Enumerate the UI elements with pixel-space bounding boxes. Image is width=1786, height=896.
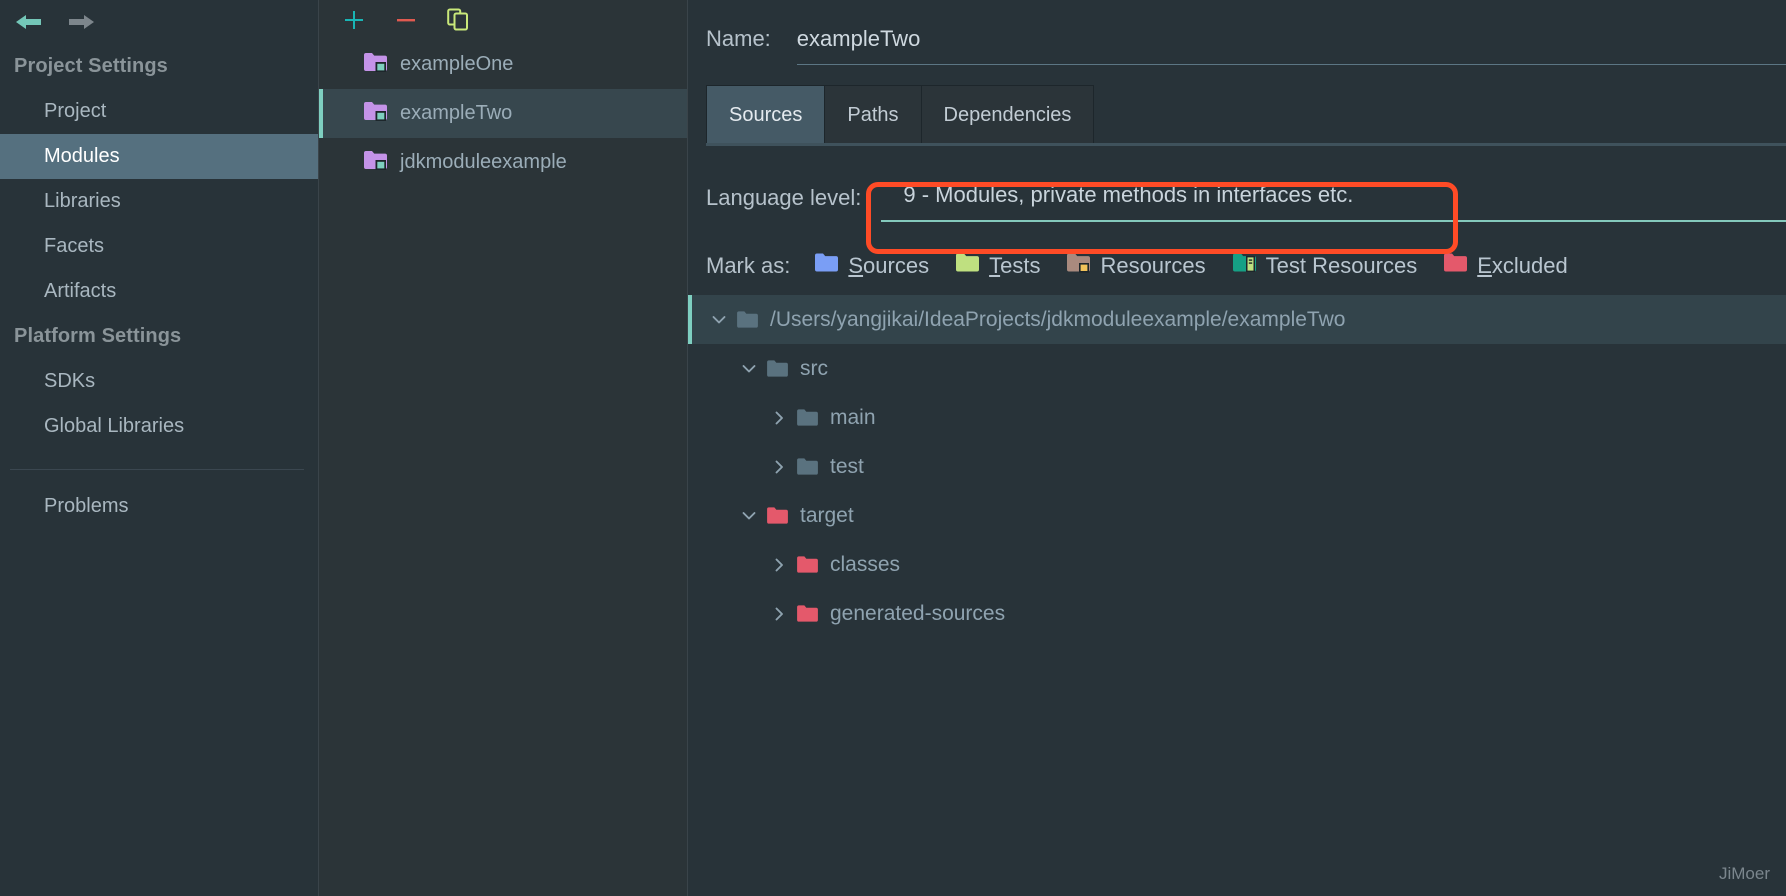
chevron-right-icon[interactable] [766, 552, 792, 578]
mark-as-resources-button[interactable]: Resources [1066, 252, 1206, 279]
folder-test-resources-icon [1232, 252, 1257, 279]
chevron-right-icon[interactable] [766, 601, 792, 627]
folder-excluded-icon [796, 555, 819, 574]
tab-paths[interactable]: Paths [824, 85, 922, 146]
module-tabs: Sources Paths Dependencies [706, 85, 1786, 146]
tree-row-label: main [830, 406, 876, 429]
module-list-item[interactable]: jdkmoduleexample [319, 138, 687, 187]
mark-as-test-resources-label: Test Resources [1265, 252, 1418, 278]
sidebar-item-sdks[interactable]: SDKs [0, 359, 318, 404]
module-name-label: Name: [706, 26, 771, 51]
mark-as-excluded-label: xcluded [1491, 252, 1568, 278]
chevron-down-icon[interactable] [736, 503, 762, 529]
tree-row-label: target [800, 504, 854, 527]
module-list-item-label: exampleTwo [400, 102, 513, 124]
mark-as-excluded-button[interactable]: Excluded [1443, 252, 1568, 279]
language-level-combo[interactable]: 9 - Modules, private methods in interfac… [881, 174, 1786, 222]
chevron-down-icon[interactable] [706, 307, 732, 333]
folder-excluded-icon [1443, 252, 1468, 279]
module-folder-icon [363, 51, 388, 79]
sidebar-item-problems[interactable]: Problems [0, 484, 318, 529]
sidebar-divider [10, 469, 304, 470]
module-detail-panel: Name: exampleTwo Sources Paths Dependenc… [688, 0, 1786, 896]
copy-module-button[interactable] [443, 5, 473, 35]
chevron-down-icon[interactable] [736, 356, 762, 382]
mark-as-resources-label: Resources [1100, 252, 1206, 278]
watermark: JiMoer [1718, 864, 1770, 883]
language-level-value: 9 - Modules, private methods in interfac… [903, 182, 1354, 207]
tree-row-label: src [800, 357, 828, 380]
sidebar-item-libraries[interactable]: Libraries [0, 179, 318, 224]
modules-toolbar [319, 0, 687, 40]
arrow-left-icon[interactable] [12, 7, 46, 37]
remove-module-button[interactable] [391, 5, 421, 35]
folder-excluded-icon [796, 604, 819, 623]
tree-row[interactable]: target [688, 491, 1786, 540]
mark-as-label: Mark as: [706, 252, 791, 278]
tree-row-label: classes [830, 553, 901, 576]
sidebar-item-facets[interactable]: Facets [0, 224, 318, 269]
tree-row-label: test [830, 455, 864, 478]
mark-as-sources-label: ources [863, 252, 930, 278]
tree-row[interactable]: generated-sources [688, 589, 1786, 638]
content-roots-tree: /Users/yangjikai/IdeaProjects/jdkmodulee… [688, 295, 1786, 638]
sidebar-item-global-libraries[interactable]: Global Libraries [0, 404, 318, 449]
module-name-row: Name: exampleTwo [688, 0, 1786, 65]
settings-sidebar: Project Settings Project Modules Librari… [0, 0, 318, 896]
mark-as-sources-button[interactable]: Sources [814, 252, 929, 279]
sidebar-item-artifacts[interactable]: Artifacts [0, 269, 318, 314]
folder-icon [736, 310, 759, 329]
modules-list-panel: exampleOne exampleTwo jdkmoduleexample [318, 0, 688, 896]
mark-as-excluded-mnemonic: E [1477, 252, 1492, 278]
folder-excluded-icon [766, 506, 789, 525]
language-level-label: Language level: [706, 185, 862, 210]
tree-row[interactable]: test [688, 442, 1786, 491]
add-module-button[interactable] [339, 5, 369, 35]
module-folder-icon [363, 100, 388, 128]
folder-sources-icon [814, 252, 839, 279]
folder-icon [766, 359, 789, 378]
folder-icon [796, 457, 819, 476]
mark-as-row: Mark as: Sources Tests Resources Test Re… [688, 222, 1786, 279]
module-list-item[interactable]: exampleOne [319, 40, 687, 89]
tab-dependencies[interactable]: Dependencies [920, 85, 1095, 146]
module-list-item-label: exampleOne [400, 53, 514, 75]
folder-icon [796, 408, 819, 427]
chevron-right-icon[interactable] [766, 454, 792, 480]
mark-as-tests-button[interactable]: Tests [955, 252, 1040, 279]
folder-resources-icon [1066, 252, 1091, 279]
language-level-row: Language level: 9 - Modules, private met… [688, 146, 1786, 222]
mark-as-sources-mnemonic: S [848, 252, 864, 278]
module-folder-icon [363, 149, 388, 177]
module-name-input[interactable]: exampleTwo [796, 26, 1786, 65]
tree-row[interactable]: classes [688, 540, 1786, 589]
tab-sources[interactable]: Sources [706, 85, 826, 146]
tree-row-label: /Users/yangjikai/IdeaProjects/jdkmodulee… [770, 308, 1346, 331]
tree-row[interactable]: main [688, 393, 1786, 442]
tree-row[interactable]: /Users/yangjikai/IdeaProjects/jdkmodulee… [688, 295, 1786, 344]
module-list-item-label: jdkmoduleexample [400, 151, 567, 173]
sidebar-item-project[interactable]: Project [0, 89, 318, 134]
chevron-right-icon[interactable] [766, 405, 792, 431]
module-name-value: exampleTwo [796, 26, 921, 51]
project-structure-dialog: Project Settings Project Modules Librari… [0, 0, 1786, 896]
mark-as-tests-label: ests [1000, 252, 1041, 278]
mark-as-test-resources-button[interactable]: Test Resources [1232, 252, 1418, 279]
tree-row[interactable]: src [688, 344, 1786, 393]
sidebar-group-project-settings: Project Settings [14, 55, 168, 77]
mark-as-tests-mnemonic: T [989, 252, 1001, 278]
tree-row-label: generated-sources [830, 602, 1006, 625]
sidebar-nav-arrows [0, 0, 318, 44]
sidebar-group-platform-settings: Platform Settings [14, 325, 182, 347]
sidebar-item-modules[interactable]: Modules [0, 134, 318, 179]
module-list-item[interactable]: exampleTwo [319, 89, 687, 138]
arrow-right-icon[interactable] [64, 7, 98, 37]
folder-tests-icon [955, 252, 980, 279]
